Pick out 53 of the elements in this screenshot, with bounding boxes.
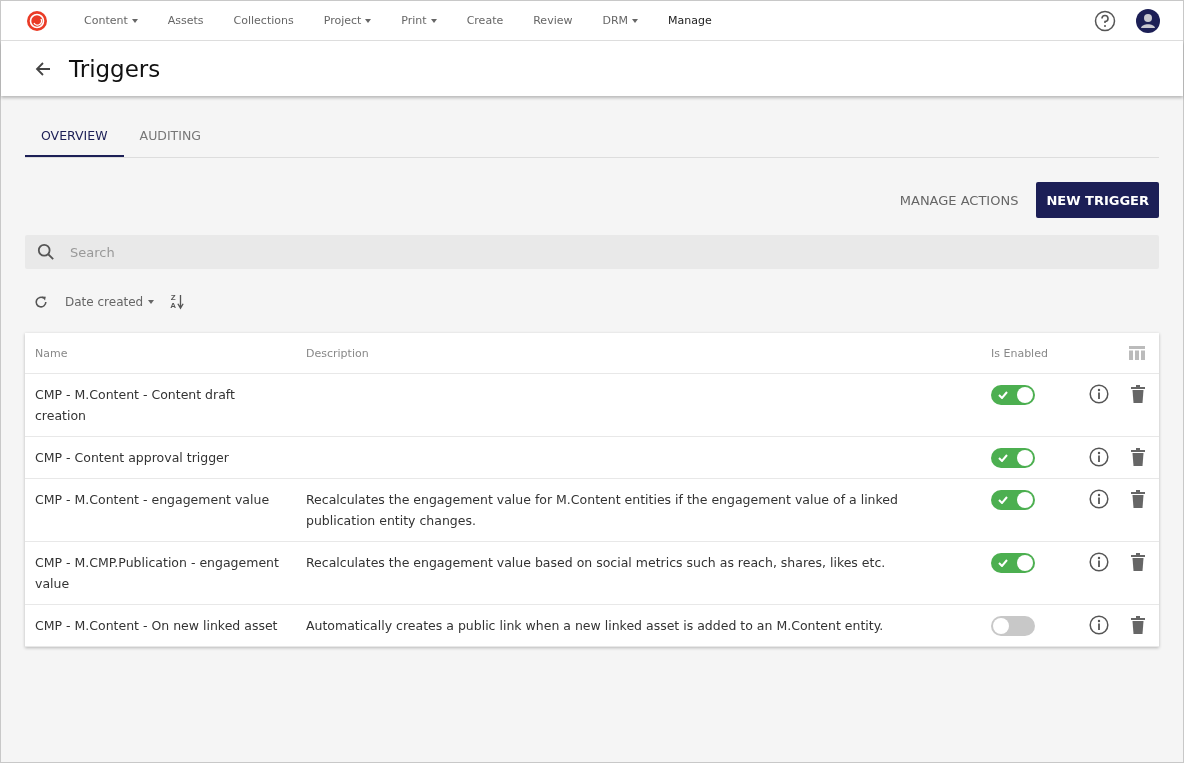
toggle-switch[interactable] (991, 553, 1035, 573)
column-header: Name (34, 346, 69, 360)
info-icon[interactable] (1089, 615, 1109, 635)
refresh-icon[interactable] (33, 294, 49, 310)
help-icon[interactable] (1094, 9, 1116, 32)
nav-link[interactable]: Review (518, 14, 588, 27)
info-icon[interactable] (1089, 447, 1109, 467)
toggle-switch[interactable] (991, 616, 1035, 636)
sort-order-button[interactable]: Z A (170, 294, 184, 310)
nav-link[interactable]: DRM (587, 14, 654, 27)
trash-icon[interactable] (1131, 553, 1145, 571)
trash-icon[interactable] (1131, 490, 1145, 508)
column-header: Description (305, 346, 370, 360)
info-icon[interactable] (1089, 552, 1109, 572)
toggle-switch[interactable] (991, 490, 1035, 510)
trash-icon[interactable] (1131, 616, 1145, 634)
nav-link[interactable]: Print (386, 14, 452, 27)
avatar-icon[interactable] (1136, 8, 1160, 33)
info-icon[interactable] (1089, 384, 1109, 404)
caret-icon (148, 300, 155, 304)
check-icon (998, 496, 1008, 504)
toggle-switch[interactable] (991, 385, 1035, 405)
table-cell-text: CMP - M.Content - Content draft creation (34, 386, 236, 425)
table-cell-text: CMP - M.CMP.Publication - engagement value (34, 554, 280, 593)
page-title: Triggers (69, 55, 161, 82)
table-cell-text: Automatically creates a public link when a new linked asset is added to an M.Content entity. (305, 617, 885, 635)
search-icon (37, 243, 55, 261)
nav-link[interactable]: Manage (653, 14, 727, 27)
check-icon (998, 559, 1008, 567)
nav-link[interactable]: Assets (152, 14, 219, 27)
check-icon (998, 391, 1008, 399)
table-cell-text: CMP - Content approval trigger (34, 449, 230, 467)
column-header: Is Enabled (990, 346, 1049, 360)
trash-icon[interactable] (1131, 385, 1145, 403)
table-cell-text: CMP - M.Content - engagement value (34, 491, 271, 509)
new-trigger-button[interactable]: NEW TRIGGER (1036, 182, 1159, 218)
check-icon (998, 454, 1008, 462)
search-field[interactable]: Search (25, 235, 1159, 269)
sort-dropdown[interactable]: Date created (63, 295, 157, 309)
tab[interactable]: AUDITING (123, 116, 217, 157)
nav-link[interactable]: Content (69, 14, 153, 27)
trash-icon[interactable] (1131, 448, 1145, 466)
nav-link[interactable]: Create (451, 14, 519, 27)
manage-actions-button[interactable]: MANAGE ACTIONS (889, 184, 1029, 216)
info-icon[interactable] (1089, 489, 1109, 509)
table-cell-text: CMP - M.Content - On new linked asset (34, 617, 279, 635)
table-cell-text: Recalculates the engagement value for M.Content entities if the engagement value of a linked publication entity changes. (305, 491, 899, 530)
logo-icon[interactable] (25, 8, 49, 33)
nav-link[interactable]: Project (308, 14, 387, 27)
table-cell-text: Recalculates the engagement value based on social metrics such as reach, shares, likes etc. (305, 554, 887, 572)
nav-link[interactable]: Collections (218, 14, 309, 27)
tab[interactable]: OVERVIEW (25, 116, 124, 157)
toggle-switch[interactable] (991, 448, 1035, 468)
